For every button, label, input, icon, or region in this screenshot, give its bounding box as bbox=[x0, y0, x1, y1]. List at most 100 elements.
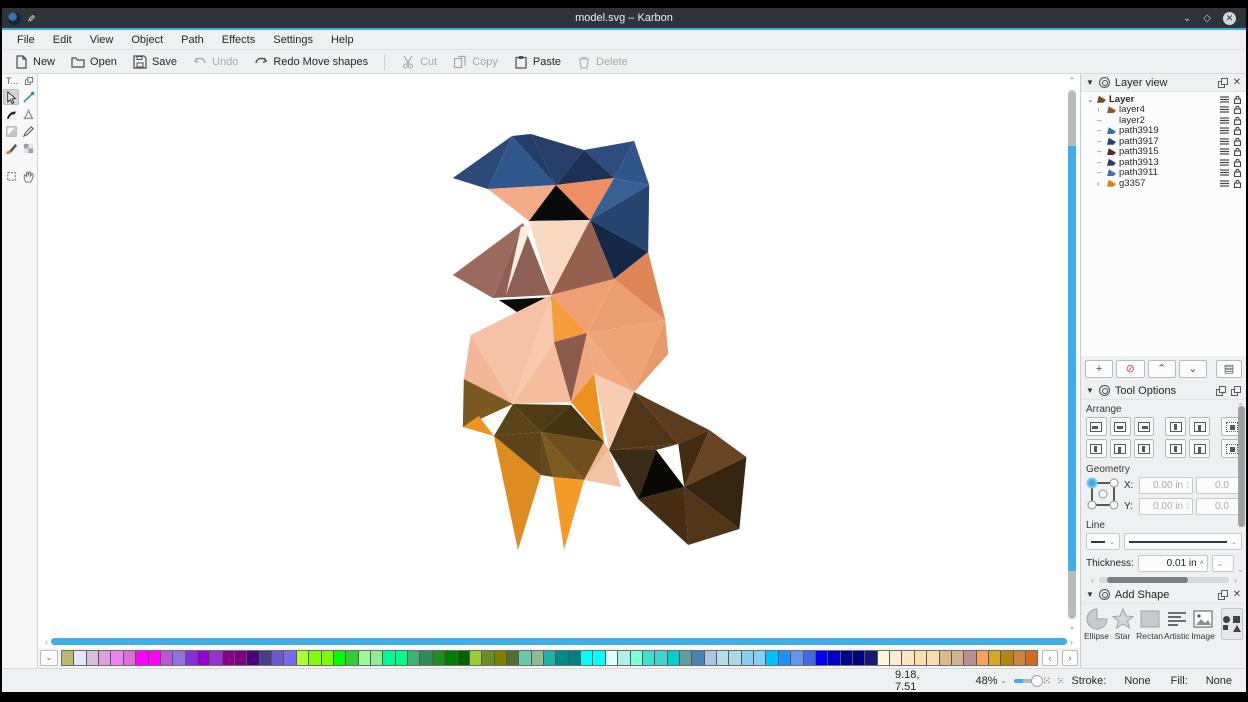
width-field-clipped[interactable]: 0.0 bbox=[1196, 477, 1242, 494]
palette-swatch[interactable] bbox=[816, 651, 828, 665]
palette-swatch[interactable] bbox=[186, 651, 198, 665]
canvas-horizontal-scrollbar[interactable]: ‹ › bbox=[38, 635, 1080, 648]
raise-layer-button[interactable]: ⌃ bbox=[1148, 360, 1176, 378]
paintbrush-tool[interactable] bbox=[3, 140, 19, 156]
copy-button[interactable]: Copy bbox=[445, 52, 506, 72]
menu-object[interactable]: Object bbox=[122, 32, 172, 48]
palette-swatch[interactable] bbox=[87, 651, 99, 665]
line-type-combo[interactable]: ⌄ bbox=[1124, 533, 1242, 550]
align-middle-button[interactable] bbox=[1110, 439, 1131, 458]
palette-swatch[interactable] bbox=[99, 651, 111, 665]
artistic-text-button[interactable]: Artistic bbox=[1164, 608, 1190, 641]
palette-swatch[interactable] bbox=[445, 651, 457, 665]
palette-swatch[interactable] bbox=[556, 651, 568, 665]
scrollbar-thumb[interactable] bbox=[1068, 146, 1076, 571]
layer-row-layer4[interactable]: › layer4 bbox=[1081, 105, 1246, 116]
tool-options-header[interactable]: ▼ Tool Options bbox=[1081, 382, 1246, 400]
close-docker-icon[interactable]: ✕ bbox=[1233, 77, 1241, 88]
palette-swatch[interactable] bbox=[519, 651, 531, 665]
collapse-arrow-icon[interactable]: ▼ bbox=[1086, 386, 1094, 395]
new-button[interactable]: New bbox=[6, 52, 63, 72]
zoom-selection-icon[interactable] bbox=[1044, 674, 1050, 687]
scroll-down-arrow[interactable]: ⌄ bbox=[1068, 621, 1076, 633]
cut-button[interactable]: Cut bbox=[393, 52, 445, 72]
expander-icon[interactable]: – bbox=[1097, 126, 1107, 135]
zoom-dropdown[interactable]: 48% ⌄ bbox=[975, 675, 1006, 687]
float-docker-icon[interactable] bbox=[1231, 386, 1241, 396]
palette-scroll-right-button[interactable]: › bbox=[1062, 650, 1078, 666]
toolbox-float-icon[interactable] bbox=[25, 77, 33, 85]
expander-icon[interactable]: – bbox=[1097, 137, 1107, 146]
palette-swatch[interactable] bbox=[223, 651, 235, 665]
palette-swatch[interactable] bbox=[841, 651, 853, 665]
layer-name[interactable]: path3917 bbox=[1119, 136, 1220, 147]
anchor-selector[interactable] bbox=[1086, 477, 1120, 511]
cap-style-combo[interactable]: ⌄ bbox=[1212, 555, 1234, 572]
palette-swatch[interactable] bbox=[717, 651, 729, 665]
properties-icon[interactable] bbox=[1220, 179, 1229, 188]
palette-swatch[interactable] bbox=[74, 651, 86, 665]
layer-row-path3911[interactable]: –path3911 bbox=[1081, 168, 1246, 179]
palette-swatch[interactable] bbox=[940, 651, 952, 665]
align-top-button[interactable] bbox=[1086, 439, 1107, 458]
palette-scroll-left-button[interactable]: ‹ bbox=[1042, 650, 1058, 666]
palette-swatch[interactable] bbox=[729, 651, 741, 665]
pen-tool[interactable] bbox=[20, 89, 36, 105]
layer-name[interactable]: layer4 bbox=[1119, 104, 1220, 115]
palette-swatch[interactable] bbox=[507, 651, 519, 665]
add-layer-button[interactable]: + bbox=[1085, 360, 1113, 378]
layer-name[interactable]: layer2 bbox=[1119, 115, 1220, 126]
scroll-down-chevron[interactable]: ⌄ bbox=[1237, 565, 1244, 574]
expander-icon[interactable]: – bbox=[1097, 168, 1107, 177]
palette-swatch[interactable] bbox=[606, 651, 618, 665]
palette-swatch[interactable] bbox=[470, 651, 482, 665]
calligraphy-tool[interactable] bbox=[3, 106, 19, 122]
palette-swatch[interactable] bbox=[989, 651, 1001, 665]
palette-swatch[interactable] bbox=[544, 651, 556, 665]
palette-swatch[interactable] bbox=[865, 651, 877, 665]
select-tool[interactable] bbox=[3, 89, 19, 105]
palette-swatch[interactable] bbox=[668, 651, 680, 665]
palette-swatch[interactable] bbox=[532, 651, 544, 665]
add-shape-header[interactable]: ▼ Add Shape ✕ bbox=[1081, 586, 1246, 604]
palette-swatch[interactable] bbox=[284, 651, 296, 665]
palette-swatch[interactable] bbox=[383, 651, 395, 665]
palette-swatch[interactable] bbox=[124, 651, 136, 665]
properties-icon[interactable] bbox=[1220, 105, 1229, 114]
palette-swatch[interactable] bbox=[62, 651, 74, 665]
scroll-left-arrow[interactable]: ‹ bbox=[1088, 575, 1097, 585]
properties-icon[interactable] bbox=[1220, 168, 1229, 177]
scroll-right-arrow[interactable]: › bbox=[1231, 575, 1240, 585]
line-style-combo[interactable]: ⌄ bbox=[1086, 533, 1120, 550]
palette-swatch[interactable] bbox=[779, 651, 791, 665]
palette-swatch[interactable] bbox=[260, 651, 272, 665]
palette-swatch[interactable] bbox=[742, 651, 754, 665]
palette-swatch[interactable] bbox=[111, 651, 123, 665]
palette-swatch[interactable] bbox=[927, 651, 939, 665]
scroll-right-arrow[interactable]: › bbox=[1067, 637, 1076, 647]
properties-icon[interactable] bbox=[1220, 126, 1229, 135]
palette-swatch[interactable] bbox=[581, 651, 593, 665]
palette-swatch[interactable] bbox=[643, 651, 655, 665]
palette-swatch[interactable] bbox=[482, 651, 494, 665]
new-window-icon[interactable] bbox=[1216, 386, 1226, 396]
palette-swatch[interactable] bbox=[890, 651, 902, 665]
menu-edit[interactable]: Edit bbox=[44, 32, 81, 48]
expander-icon[interactable]: › bbox=[1097, 105, 1107, 114]
path-edit-tool[interactable] bbox=[20, 106, 36, 122]
palette-swatch[interactable] bbox=[210, 651, 222, 665]
lock-icon[interactable] bbox=[1233, 95, 1242, 104]
palette-swatch[interactable] bbox=[433, 651, 445, 665]
expander-icon[interactable]: ⌄ bbox=[1087, 95, 1097, 104]
layer-row-path3917[interactable]: – path3917 bbox=[1081, 136, 1246, 147]
view-mode-button[interactable]: ▤ bbox=[1216, 360, 1242, 378]
document-canvas[interactable] bbox=[38, 74, 1064, 635]
palette-swatch[interactable] bbox=[593, 651, 605, 665]
palette-swatch[interactable] bbox=[161, 651, 173, 665]
palette-swatch[interactable] bbox=[272, 651, 284, 665]
spin-arrows-icon[interactable]: ˄˅ bbox=[1186, 482, 1189, 490]
layer-name[interactable]: g3357 bbox=[1119, 178, 1220, 189]
image-shape-button[interactable]: Image bbox=[1191, 608, 1216, 641]
pencil-tool[interactable] bbox=[20, 123, 36, 139]
properties-icon[interactable] bbox=[1220, 95, 1229, 104]
